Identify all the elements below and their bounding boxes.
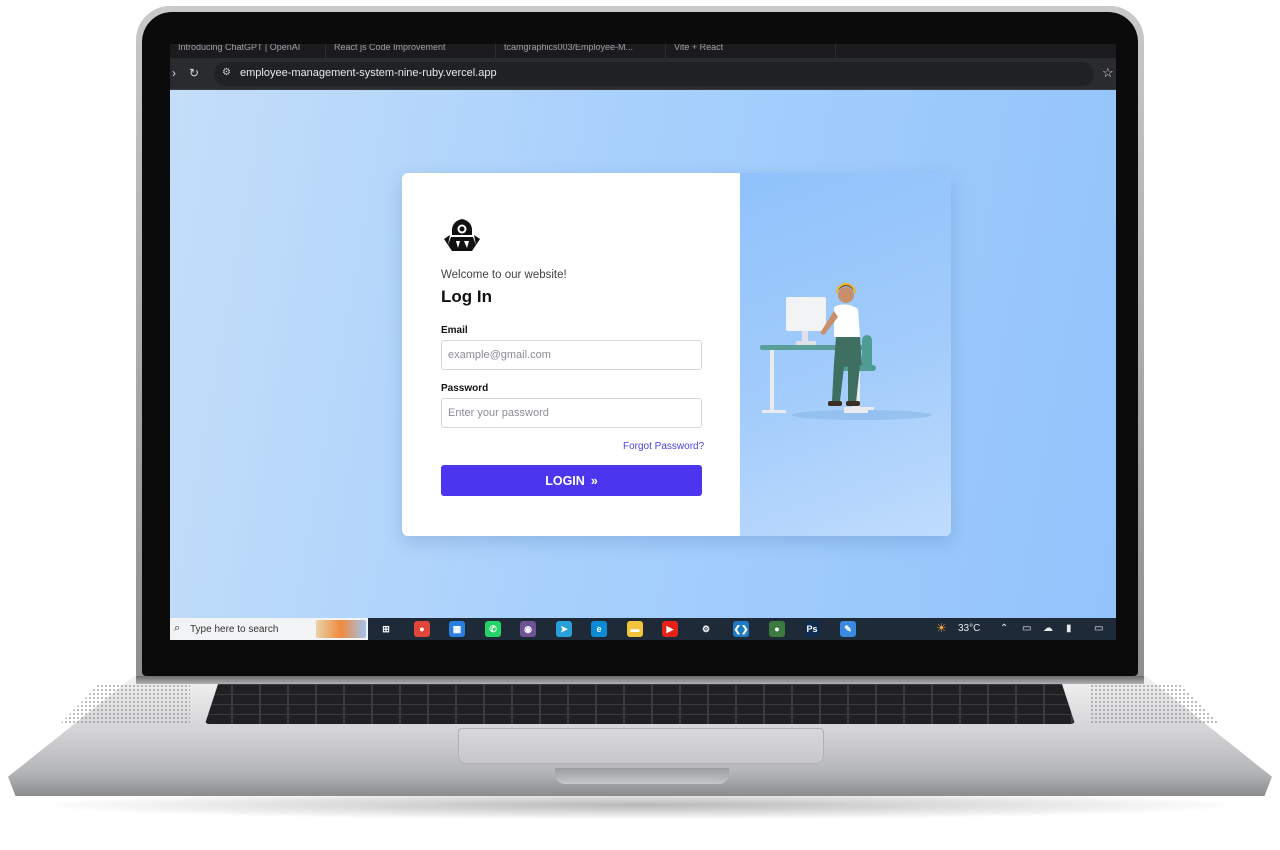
chevron-up-icon[interactable]: ⌃ bbox=[1000, 623, 1008, 634]
login-button[interactable]: LOGIN » bbox=[441, 465, 702, 496]
double-chevron-right-icon: » bbox=[590, 473, 598, 488]
youtube-icon[interactable]: ▶ bbox=[662, 621, 678, 637]
password-field[interactable] bbox=[441, 398, 702, 428]
laptop-hinge bbox=[136, 676, 1144, 684]
email-field[interactable] bbox=[441, 340, 702, 370]
edge-icon[interactable]: e bbox=[591, 621, 607, 637]
onedrive-cloud-icon[interactable]: ☁ bbox=[1043, 623, 1053, 634]
illustration-pane bbox=[740, 173, 951, 536]
taskbar-search[interactable]: ⌕ Type here to search bbox=[170, 618, 368, 640]
screen: Introducing ChatGPT | OpenAI React js Co… bbox=[170, 44, 1116, 640]
taskbar: ⌕ Type here to search ⊞ ● ▦ ✆ ◉ ➤ e ▬ ▶ ⚙ ❮❯ ● Ps ✎ ☀… bbox=[170, 618, 1116, 640]
search-highlight-image bbox=[316, 620, 366, 638]
tab-label: tcamgraphics003/Employee-M... bbox=[504, 44, 634, 52]
meet-icon[interactable]: ▭ bbox=[1022, 623, 1031, 634]
search-icon: ⌕ bbox=[174, 622, 181, 634]
vscode-icon[interactable]: ❮❯ bbox=[733, 621, 749, 637]
company-logo-icon bbox=[444, 219, 480, 251]
browser-toolbar: › ↻ ⚙ employee-management-system-nine-ru… bbox=[170, 58, 1116, 90]
microsoft-store-icon[interactable]: ▦ bbox=[449, 621, 465, 637]
tab-bar: Introducing ChatGPT | OpenAI React js Co… bbox=[170, 44, 1116, 58]
whatsapp-icon[interactable]: ✆ bbox=[485, 621, 501, 637]
speaker-grille-left bbox=[60, 684, 190, 724]
login-card: Welcome to our website! Log In Email Pas… bbox=[402, 173, 951, 536]
speaker-grille-right bbox=[1090, 684, 1220, 724]
employee-at-desk-illustration bbox=[760, 283, 932, 420]
battery-icon[interactable]: ▮ bbox=[1066, 623, 1072, 634]
site-info-icon[interactable]: ⚙ bbox=[222, 67, 231, 78]
trackpad bbox=[458, 728, 824, 764]
task-view-icon[interactable]: ⊞ bbox=[378, 621, 394, 637]
laptop-mockup: Introducing ChatGPT | OpenAI React js Co… bbox=[0, 0, 1280, 850]
github-desktop-icon[interactable]: ◉ bbox=[520, 621, 536, 637]
email-label: Email bbox=[441, 325, 468, 336]
show-desktop-icon[interactable]: ▭ bbox=[1094, 623, 1103, 634]
photoshop-icon[interactable]: Ps bbox=[804, 621, 820, 637]
login-button-label: LOGIN bbox=[545, 473, 585, 488]
welcome-text: Welcome to our website! bbox=[441, 269, 567, 281]
tab-vite-react[interactable]: Vite + React bbox=[666, 44, 836, 58]
tab-react-improvement[interactable]: React js Code Improvement bbox=[326, 44, 496, 58]
tab-github-repo[interactable]: tcamgraphics003/Employee-M... bbox=[496, 44, 666, 58]
page-background: Welcome to our website! Log In Email Pas… bbox=[170, 90, 1116, 618]
taskbar-search-placeholder: Type here to search bbox=[190, 624, 279, 635]
address-bar[interactable]: ⚙ employee-management-system-nine-ruby.v… bbox=[214, 62, 1094, 86]
tab-label: Introducing ChatGPT | OpenAI bbox=[178, 44, 301, 52]
chrome-active-icon[interactable]: ● bbox=[769, 621, 785, 637]
url-text: employee-management-system-nine-ruby.ver… bbox=[240, 67, 497, 79]
file-explorer-icon[interactable]: ▬ bbox=[627, 621, 643, 637]
telegram-icon[interactable]: ➤ bbox=[556, 621, 572, 637]
lid-opening-notch bbox=[555, 768, 729, 784]
tab-label: React js Code Improvement bbox=[334, 44, 446, 52]
reload-icon[interactable]: ↻ bbox=[189, 66, 199, 80]
weather-icon: ☀ bbox=[936, 621, 947, 635]
tab-label: Vite + React bbox=[674, 44, 724, 52]
page-title: Log In bbox=[441, 287, 492, 306]
password-label: Password bbox=[441, 383, 489, 394]
chrome-icon[interactable]: ● bbox=[414, 621, 430, 637]
login-form-pane: Welcome to our website! Log In Email Pas… bbox=[402, 173, 740, 536]
back-arrow-icon[interactable]: › bbox=[172, 66, 176, 80]
bookmark-star-icon[interactable]: ☆ bbox=[1102, 65, 1114, 81]
weather-temperature[interactable]: 33°C bbox=[958, 623, 980, 634]
forgot-password-link[interactable]: Forgot Password? bbox=[623, 441, 704, 452]
tab-chatgpt[interactable]: Introducing ChatGPT | OpenAI bbox=[170, 44, 326, 58]
paint-icon[interactable]: ✎ bbox=[840, 621, 856, 637]
keyboard bbox=[205, 684, 1075, 724]
settings-icon[interactable]: ⚙ bbox=[698, 621, 714, 637]
